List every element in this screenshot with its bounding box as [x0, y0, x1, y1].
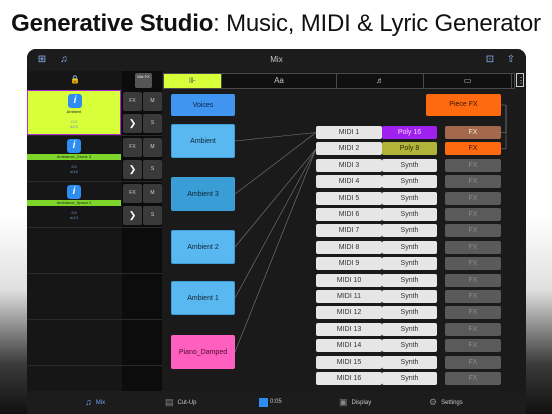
synth-slot[interactable]: Synth	[382, 339, 437, 353]
midi-channel[interactable]: MIDI 2	[316, 142, 382, 156]
fx-slot[interactable]: FX	[445, 339, 501, 353]
midi-channel[interactable]: MIDI 6	[316, 208, 382, 221]
time-readout: 0:05	[270, 399, 282, 405]
headline-brand: Generative Studio	[11, 10, 214, 37]
synth-slot[interactable]: Synth	[382, 191, 437, 205]
wire	[234, 132, 317, 142]
fx-slot[interactable]: FX	[445, 208, 501, 221]
midi-channel[interactable]: MIDI 3	[316, 158, 382, 172]
synth-slot[interactable]: Synth	[382, 175, 437, 189]
app-window: ⊞ ♫ Mix ⊡ ⇧ 🔒 i Ambient C/4 #/23 FX M ❯ Si Ambia…	[27, 49, 526, 414]
source-node[interactable]: Ambient 3	[171, 177, 235, 211]
wire	[234, 148, 317, 299]
source-node[interactable]: Ambient 2	[171, 230, 235, 264]
midi-channel[interactable]: MIDI 16	[316, 372, 382, 385]
synth-slot[interactable]: Synth	[382, 273, 437, 287]
fx-slot[interactable]: FX	[445, 224, 501, 238]
tab-display-label: Display	[351, 400, 372, 407]
synth-slot[interactable]: Synth	[382, 158, 437, 172]
midi-channel[interactable]: MIDI 12	[316, 306, 382, 320]
headline-rest: : Music, MIDI & Lyric Generator	[213, 10, 541, 37]
midi-channel[interactable]: MIDI 14	[316, 339, 382, 353]
midi-channel[interactable]: MIDI 1	[316, 126, 382, 139]
midi-channel[interactable]: MIDI 9	[316, 257, 382, 271]
synth-slot[interactable]: Synth	[382, 257, 437, 271]
midi-channel[interactable]: MIDI 4	[316, 175, 382, 189]
midi-channel[interactable]: MIDI 11	[316, 290, 382, 303]
fx-slot[interactable]: FX	[445, 240, 501, 254]
synth-slot[interactable]: Synth	[382, 355, 437, 369]
midi-channel[interactable]: MIDI 15	[316, 355, 382, 369]
source-node[interactable]: Ambient 1	[171, 281, 235, 315]
synth-slot[interactable]: Synth	[382, 224, 437, 238]
tab-mix-label: Mix	[95, 400, 106, 407]
synth-slot[interactable]: Synth	[382, 372, 437, 385]
stop-button[interactable]	[259, 398, 268, 407]
fx-slot[interactable]: FX	[445, 191, 501, 205]
midi-channel[interactable]: MIDI 13	[316, 322, 382, 336]
fx-slot[interactable]: FX	[445, 322, 501, 336]
synth-slot[interactable]: Synth	[382, 306, 437, 320]
fx-slot[interactable]: FX	[445, 306, 501, 320]
fx-slot[interactable]: FX	[445, 175, 501, 189]
midi-channel[interactable]: MIDI 7	[316, 224, 382, 238]
tab-mix[interactable]: ♫ Mix	[85, 391, 105, 414]
image-icon: ▣	[339, 397, 348, 407]
source-node[interactable]: Ambient	[171, 124, 235, 158]
midi-channel[interactable]: MIDI 10	[316, 273, 382, 287]
source-node[interactable]: Piano_Damped	[171, 335, 235, 369]
fx-slot[interactable]: FX	[445, 355, 501, 369]
fx-slot[interactable]: FX	[445, 142, 501, 156]
headline: Generative Studio: Music, MIDI & Lyric G…	[0, 0, 552, 48]
tab-cut-up[interactable]: ▤ Cut-Up	[165, 391, 197, 414]
music-note-icon: ♫	[85, 397, 92, 407]
tab-settings-label: Settings	[441, 400, 463, 407]
synth-slot[interactable]: Synth	[382, 322, 437, 336]
midi-channel[interactable]: MIDI 8	[316, 240, 382, 254]
fx-slot[interactable]: FX	[445, 290, 501, 303]
document-icon: ▤	[165, 397, 174, 407]
source-node[interactable]: Voices	[171, 94, 235, 116]
tab-settings[interactable]: ⚙ Settings	[429, 391, 463, 414]
tab-display[interactable]: ▣ Display	[339, 391, 371, 414]
fx-slot[interactable]: FX	[445, 257, 501, 271]
synth-slot[interactable]: Poly 16	[382, 126, 437, 139]
synth-slot[interactable]: Synth	[382, 208, 437, 221]
fx-slot[interactable]: FX	[445, 158, 501, 172]
wire	[234, 148, 317, 353]
synth-slot[interactable]: Synth	[382, 240, 437, 254]
gear-icon: ⚙	[429, 397, 438, 407]
tab-cut-up-label: Cut-Up	[177, 400, 197, 407]
midi-channel[interactable]: MIDI 5	[316, 191, 382, 205]
bottom-bar: ♫ Mix ▤ Cut-Up 0:05 ▣ Display ⚙ Settings	[27, 391, 526, 414]
synth-slot[interactable]: Poly 8	[382, 142, 437, 156]
fx-slot[interactable]: FX	[445, 126, 501, 139]
fx-slot[interactable]: FX	[445, 273, 501, 287]
fx-slot[interactable]: FX	[445, 372, 501, 385]
piece-fx-node[interactable]: Piece FX	[426, 94, 501, 116]
synth-slot[interactable]: Synth	[382, 290, 437, 303]
